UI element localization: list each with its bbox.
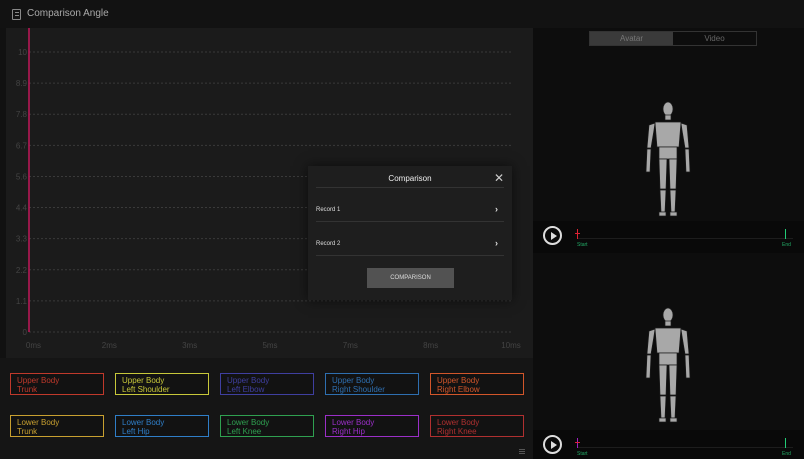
- comparison-dialog: Comparison ✕ Record 1 › Record 2 › COMPA…: [308, 166, 512, 300]
- chevron-right-icon: ›: [495, 238, 498, 248]
- start-marker[interactable]: [575, 438, 580, 448]
- divider: [316, 255, 504, 256]
- legend-group-label: Upper Body: [17, 376, 60, 385]
- timeline-track[interactable]: [577, 447, 793, 448]
- x-tick-label: 10ms: [501, 341, 521, 350]
- legend-joint-label: Right Shoulder: [332, 385, 385, 394]
- legend-toggle-button[interactable]: Lower Body Left Knee: [220, 415, 314, 437]
- divider: [316, 221, 504, 222]
- legend-toggle-button[interactable]: Upper Body Right Shoulder: [325, 373, 419, 395]
- dialog-title: Comparison: [388, 174, 432, 183]
- legend-toggle-button[interactable]: Upper Body Left Shoulder: [115, 373, 209, 395]
- legend-joint-label: Left Elbow: [227, 385, 265, 394]
- timeline-track[interactable]: [577, 238, 793, 239]
- legend-group-label: Lower Body: [227, 418, 270, 427]
- legend-toggle-button[interactable]: Lower Body Left Hip: [115, 415, 209, 437]
- preview-panel: Avatar Video Start End Start End: [533, 28, 804, 459]
- close-icon[interactable]: ✕: [494, 171, 504, 185]
- legend-group-label: Upper Body: [122, 376, 165, 385]
- y-tick-label: 10: [18, 48, 27, 57]
- x-tick-label: 7ms: [343, 341, 358, 350]
- legend-group-label: Upper Body: [437, 376, 480, 385]
- joint-legend: Upper Body Trunk Upper Body Left Shoulder Up…: [0, 358, 533, 459]
- legend-group-label: Lower Body: [332, 418, 375, 427]
- view-option-avatar[interactable]: Avatar: [590, 32, 673, 45]
- y-tick-label: 7.8: [16, 110, 28, 119]
- legend-toggle-button[interactable]: Upper Body Left Elbow: [220, 373, 314, 395]
- playback-bar-top: Start End: [533, 221, 804, 253]
- view-toggle: Avatar Video: [589, 31, 757, 46]
- legend-toggle-button[interactable]: Upper Body Right Elbow: [430, 373, 524, 395]
- playback-bar-bottom: Start End: [533, 430, 804, 459]
- y-tick-label: 6.7: [16, 141, 28, 150]
- end-label: End: [782, 451, 791, 457]
- legend-joint-label: Left Knee: [227, 427, 262, 436]
- document-icon: [12, 9, 21, 20]
- avatar-figure-bottom: [645, 307, 691, 423]
- y-tick-label: 2.2: [16, 266, 28, 275]
- y-tick-label: 5.6: [16, 172, 28, 181]
- end-marker[interactable]: [785, 438, 786, 448]
- legend-toggle-button[interactable]: Upper Body Trunk: [10, 373, 104, 395]
- divider: [316, 187, 504, 188]
- avatar-figure-top: [645, 101, 691, 217]
- legend-joint-label: Right Knee: [437, 427, 477, 436]
- view-option-video[interactable]: Video: [673, 32, 756, 45]
- record-label: Record 2: [316, 241, 341, 247]
- legend-toggle-button[interactable]: Lower Body Right Hip: [325, 415, 419, 437]
- legend-joint-label: Right Hip: [332, 427, 365, 436]
- start-label: Start: [577, 242, 588, 248]
- y-tick-label: 4.4: [16, 204, 28, 213]
- legend-joint-label: Left Hip: [122, 427, 150, 436]
- start-marker[interactable]: [575, 229, 580, 239]
- legend-group-label: Upper Body: [332, 376, 375, 385]
- x-tick-label: 3ms: [182, 341, 197, 350]
- legend-joint-label: Left Shoulder: [122, 385, 170, 394]
- comparison-button[interactable]: COMPARISON: [367, 268, 454, 288]
- start-label: Start: [577, 451, 588, 457]
- y-tick-label: 3.3: [16, 235, 28, 244]
- legend-joint-label: Right Elbow: [437, 385, 480, 394]
- y-tick-label: 8.9: [16, 79, 28, 88]
- record-label: Record 1: [316, 207, 341, 213]
- chevron-right-icon: ›: [495, 204, 498, 214]
- legend-toggle-button[interactable]: Lower Body Right Knee: [430, 415, 524, 437]
- window-title: Comparison Angle: [27, 8, 109, 19]
- x-tick-label: 2ms: [102, 341, 117, 350]
- record-1-row[interactable]: Record 1 ›: [316, 203, 504, 219]
- y-tick-label: 1.1: [16, 297, 28, 306]
- legend-group-label: Lower Body: [437, 418, 480, 427]
- title-bar: Comparison Angle: [0, 0, 804, 28]
- legend-joint-label: Trunk: [17, 385, 38, 394]
- legend-toggle-button[interactable]: Lower Body Trunk: [10, 415, 104, 437]
- end-marker[interactable]: [785, 229, 786, 239]
- play-button-icon[interactable]: [543, 226, 562, 245]
- legend-group-label: Upper Body: [227, 376, 270, 385]
- legend-group-label: Lower Body: [17, 418, 60, 427]
- menu-icon[interactable]: [519, 449, 525, 454]
- x-tick-label: 8ms: [423, 341, 438, 350]
- end-label: End: [782, 242, 791, 248]
- legend-group-label: Lower Body: [122, 418, 165, 427]
- y-tick-label: 0: [23, 328, 28, 337]
- x-tick-label: 5ms: [262, 341, 277, 350]
- legend-joint-label: Trunk: [17, 427, 38, 436]
- record-2-row[interactable]: Record 2 ›: [316, 237, 504, 253]
- x-tick-label: 0ms: [26, 341, 41, 350]
- play-button-icon[interactable]: [543, 435, 562, 454]
